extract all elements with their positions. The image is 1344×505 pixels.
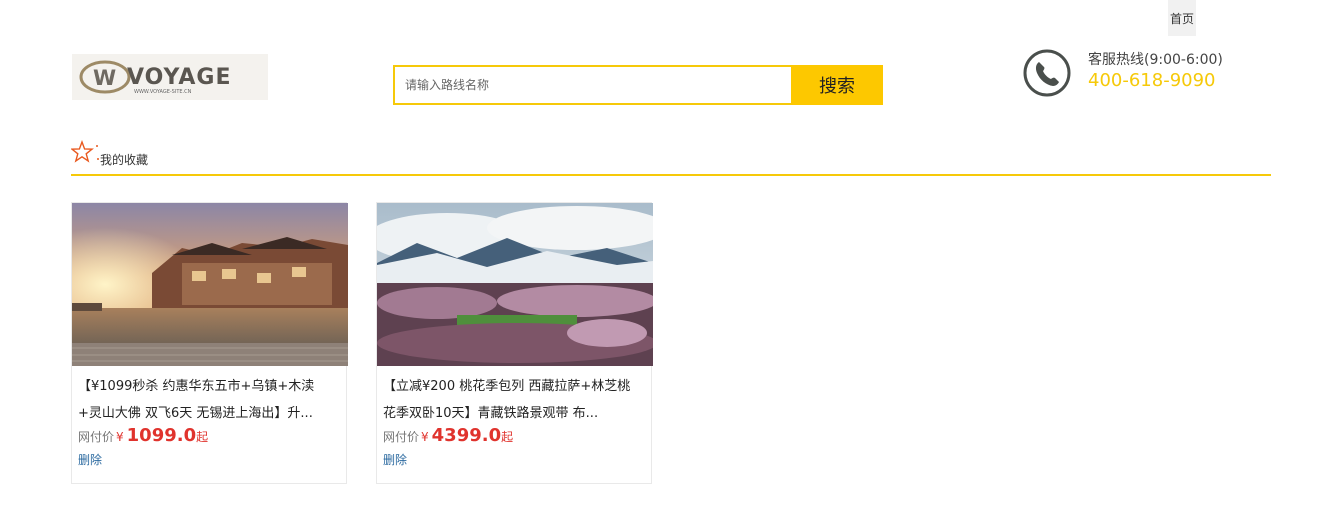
price-currency: ¥ [421,430,429,444]
water-town-photo[interactable] [72,203,348,366]
logo-wordmark: VOYAGE [127,65,232,90]
hotline-number: 400-618-9090 [1088,70,1216,91]
nav-home-link[interactable]: 首页 [1168,0,1196,36]
search-input[interactable] [393,65,791,105]
delete-link[interactable]: 删除 [383,451,407,468]
hotline-label: 客服热线(9:00-6:00) [1088,52,1223,68]
site-logo[interactable]: W VOYAGE WWW.VOYAGE-SITE.CN [72,54,268,100]
card-price: 网付价 ¥ 1099.0 起 [78,425,208,446]
logo-monogram: W [93,66,116,90]
card-price: 网付价 ¥ 4399.0 起 [383,425,513,446]
search-button[interactable]: 搜索 [791,65,883,105]
favorite-card[interactable]: 【立减¥200 桃花季包列 西藏拉萨+林芝桃花季双卧10天】青藏铁路景观带 布.… [376,202,653,484]
peach-blossom-mountain-photo[interactable] [377,203,653,366]
price-unit: 起 [501,430,514,444]
card-title[interactable]: 【立减¥200 桃花季包列 西藏拉萨+林芝桃花季双卧10天】青藏铁路景观带 布.… [383,373,641,427]
favorites-header: 我的收藏 [71,140,1271,176]
price-label: 网付价 [78,430,115,444]
star-icon [71,140,99,163]
price-value: 1099.0 [126,425,197,446]
price-label: 网付价 [383,430,420,444]
delete-link[interactable]: 删除 [78,451,102,468]
favorites-title: 我的收藏 [100,153,149,167]
price-unit: 起 [196,430,209,444]
voyage-logo-image: W VOYAGE WWW.VOYAGE-SITE.CN [72,54,268,100]
favorite-card[interactable]: 【¥1099秒杀 约惠华东五市+乌镇+木渎+灵山大佛 双飞6天 无锡进上海出】升… [71,202,348,484]
customer-hotline: 客服热线(9:00-6:00) 400-618-9090 [1022,48,1223,98]
price-currency: ¥ [116,430,124,444]
search-bar: 搜索 [393,65,883,105]
card-title[interactable]: 【¥1099秒杀 约惠华东五市+乌镇+木渎+灵山大佛 双飞6天 无锡进上海出】升… [78,373,336,427]
logo-url: WWW.VOYAGE-SITE.CN [134,89,192,95]
price-value: 4399.0 [431,425,502,446]
phone-icon [1023,49,1071,97]
